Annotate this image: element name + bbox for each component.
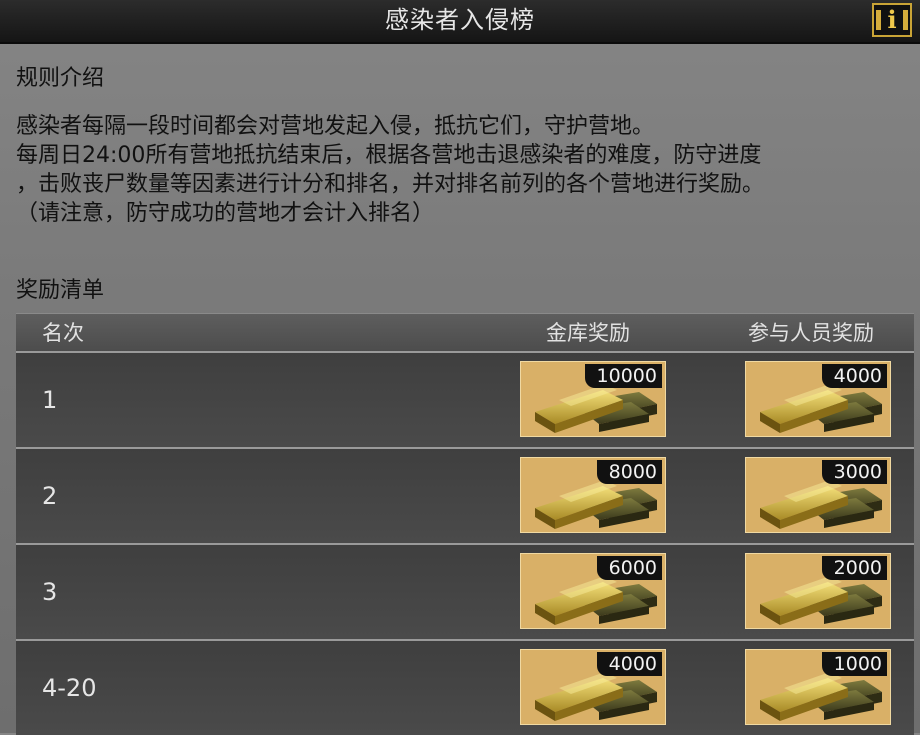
participant-reward-item[interactable]: 4000	[745, 361, 891, 437]
table-header: 名次 金库奖励 参与人员奖励	[16, 313, 914, 352]
rank-label: 3	[42, 578, 58, 606]
column-header-rank: 名次	[42, 321, 84, 345]
rank-label: 4-20	[42, 674, 97, 702]
rank-label: 1	[42, 386, 58, 414]
rules-heading: 规则介绍	[16, 66, 105, 91]
table-row: 2 8000 3000	[16, 447, 914, 543]
participant-reward-quantity: 4000	[821, 364, 887, 388]
rewards-table: 名次 金库奖励 参与人员奖励 1 10000 4000 2 8000 3000 …	[16, 313, 914, 735]
vault-reward-quantity: 6000	[596, 556, 662, 580]
participant-reward-item[interactable]: 1000	[745, 649, 891, 725]
rewards-heading: 奖励清单	[16, 278, 105, 303]
vault-reward-quantity: 4000	[596, 652, 662, 676]
table-row: 4-20 4000 1000	[16, 639, 914, 735]
rules-text: 感染者每隔一段时间都会对营地发起入侵，抵抗它们，守护营地。 每周日24:00所有…	[16, 112, 916, 228]
rules-line: （请注意，防守成功的营地才会计入排名）	[16, 201, 435, 226]
title-bar: 感染者入侵榜 i	[0, 0, 920, 44]
info-button[interactable]: i	[872, 3, 912, 37]
participant-reward-item[interactable]: 2000	[745, 553, 891, 629]
vault-reward-item[interactable]: 8000	[520, 457, 666, 533]
vault-reward-quantity: 8000	[596, 460, 662, 484]
rules-line: ，击败丧尸数量等因素进行计分和排名，并对排名前列的各个营地进行奖励。	[16, 172, 765, 197]
rank-label: 2	[42, 482, 58, 510]
vault-reward-item[interactable]: 10000	[520, 361, 666, 437]
participant-reward-quantity: 3000	[821, 460, 887, 484]
page-title: 感染者入侵榜	[385, 6, 535, 34]
participant-reward-quantity: 2000	[821, 556, 887, 580]
column-header-participant: 参与人员奖励	[748, 321, 874, 345]
vault-reward-quantity: 10000	[584, 364, 662, 388]
info-button-bracket-right	[903, 10, 908, 30]
participant-reward-quantity: 1000	[821, 652, 887, 676]
rules-line: 每周日24:00所有营地抵抗结束后，根据各营地击退感染者的难度，防守进度	[16, 143, 762, 168]
participant-reward-item[interactable]: 3000	[745, 457, 891, 533]
column-header-vault: 金库奖励	[546, 321, 630, 345]
table-row: 3 6000 2000	[16, 543, 914, 639]
rules-line: 感染者每隔一段时间都会对营地发起入侵，抵抗它们，守护营地。	[16, 114, 655, 139]
table-row: 1 10000 4000	[16, 351, 914, 447]
vault-reward-item[interactable]: 4000	[520, 649, 666, 725]
vault-reward-item[interactable]: 6000	[520, 553, 666, 629]
